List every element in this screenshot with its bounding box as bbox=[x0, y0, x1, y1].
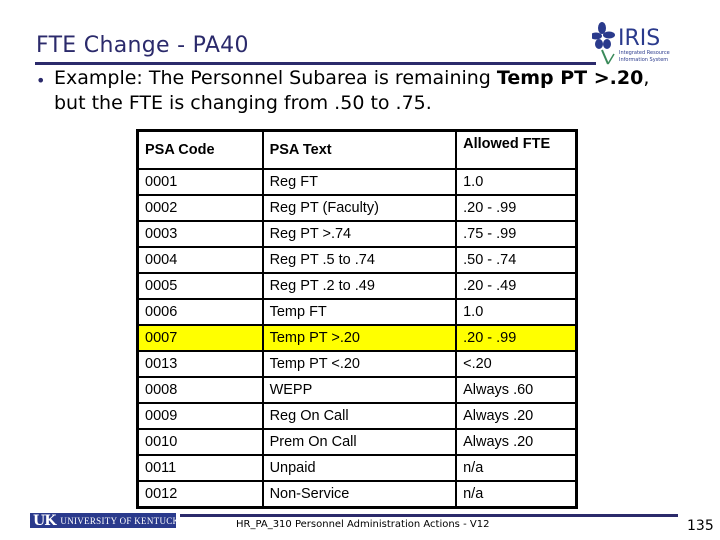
table-body: 0001 Reg FT 1.0 0002 Reg PT (Faculty) .20 - .… bbox=[136, 168, 578, 509]
uk-name: UNIVERSITY OF KENTUCKY bbox=[60, 515, 176, 526]
cell-allowed-fte: Always .60 bbox=[455, 376, 578, 404]
iris-tagline-2: Information System bbox=[619, 57, 668, 63]
cell-psa-code: 0011 bbox=[136, 454, 264, 482]
table-row: 0010 Prem On Call Always .20 bbox=[136, 428, 578, 456]
cell-psa-text: Reg On Call bbox=[261, 402, 458, 430]
cell-allowed-fte: .20 - .99 bbox=[455, 194, 578, 222]
table-row: 0005 Reg PT .2 to .49.20 - .49 bbox=[136, 272, 578, 300]
cell-psa-code: 0012 bbox=[136, 480, 264, 509]
cell-psa-text: Prem On Call bbox=[261, 428, 458, 456]
cell-allowed-fte: <.20 bbox=[455, 350, 578, 378]
cell-psa-code: 0009 bbox=[136, 402, 264, 430]
cell-psa-code: 0013 bbox=[136, 350, 264, 378]
cell-allowed-fte: .20 - .49 bbox=[455, 272, 578, 300]
psa-table: PSA Code PSA Text Allowed FTE 0001 Reg FT… bbox=[136, 129, 578, 509]
cell-psa-text: Temp PT <.20 bbox=[261, 350, 458, 378]
header-psa-text: PSA Text bbox=[261, 129, 458, 170]
cell-allowed-fte: Always .20 bbox=[455, 402, 578, 430]
cell-psa-code: 0002 bbox=[136, 194, 264, 222]
cell-allowed-fte: .50 - .74 bbox=[455, 246, 578, 274]
cell-psa-text: Reg FT bbox=[261, 168, 458, 196]
cell-psa-code: 0010 bbox=[136, 428, 264, 456]
cell-psa-code: 0005 bbox=[136, 272, 264, 300]
header-psa-code: PSA Code bbox=[136, 129, 264, 170]
uk-logo: UK UNIVERSITY OF KENTUCKY bbox=[30, 513, 176, 528]
cell-psa-text: Non-Service bbox=[261, 480, 458, 509]
cell-psa-code: 0001 bbox=[136, 168, 264, 196]
cell-psa-text: Reg PT .5 to .74 bbox=[261, 246, 458, 274]
uk-mark: UK bbox=[33, 513, 56, 528]
table-header-row: PSA Code PSA Text Allowed FTE bbox=[136, 129, 578, 170]
footer-course-title: HR_PA_310 Personnel Administration Actio… bbox=[236, 519, 490, 530]
table-row: 0012 Non-Service n/a bbox=[136, 480, 578, 509]
page-number: 135 bbox=[687, 518, 714, 534]
table-row: 0001 Reg FT 1.0 bbox=[136, 168, 578, 196]
cell-psa-code: 0003 bbox=[136, 220, 264, 248]
cell-allowed-fte: 1.0 bbox=[455, 298, 578, 326]
header-allowed-fte: Allowed FTE bbox=[455, 129, 578, 170]
cell-allowed-fte: 1.0 bbox=[455, 168, 578, 196]
cell-psa-text: Unpaid bbox=[261, 454, 458, 482]
bullet-text: Example: The Personnel Subarea is remain… bbox=[54, 66, 676, 116]
cell-psa-text: Reg PT (Faculty) bbox=[261, 194, 458, 222]
cell-allowed-fte: .20 - .99 bbox=[455, 324, 578, 352]
cell-psa-text: Temp PT >.20 bbox=[261, 324, 458, 352]
cell-allowed-fte: Always .20 bbox=[455, 428, 578, 456]
bullet-icon: • bbox=[36, 71, 46, 90]
cell-psa-code: 0006 bbox=[136, 298, 264, 326]
table-row: 0013 Temp PT <.20 <.20 bbox=[136, 350, 578, 378]
table-row: 0009 Reg On Call Always .20 bbox=[136, 402, 578, 430]
cell-psa-text: WEPP bbox=[261, 376, 458, 404]
cell-psa-text: Reg PT .2 to .49 bbox=[261, 272, 458, 300]
table-row: 0007 Temp PT >.20.20 - .99 bbox=[136, 324, 578, 352]
cell-allowed-fte: n/a bbox=[455, 454, 578, 482]
table-row: 0003 Reg PT >.74.75 - .99 bbox=[136, 220, 578, 248]
cell-psa-text: Temp FT bbox=[261, 298, 458, 326]
table-row: 0006 Temp FT 1.0 bbox=[136, 298, 578, 326]
cell-psa-code: 0007 bbox=[136, 324, 264, 352]
table-row: 0011 Unpaid n/a bbox=[136, 454, 578, 482]
table-row: 0008 WEPP Always .60 bbox=[136, 376, 578, 404]
table-row: 0004 Reg PT .5 to .74.50 - .74 bbox=[136, 246, 578, 274]
iris-logo: IRIS Integrated Resource Information Sys… bbox=[592, 22, 670, 65]
iris-wordmark: IRIS bbox=[618, 26, 660, 51]
title-underline bbox=[35, 62, 596, 65]
example-bullet: • Example: The Personnel Subarea is rema… bbox=[36, 66, 676, 116]
slide-title: FTE Change - PA40 bbox=[36, 33, 249, 58]
cell-psa-text: Reg PT >.74 bbox=[261, 220, 458, 248]
cell-psa-code: 0004 bbox=[136, 246, 264, 274]
cell-allowed-fte: .75 - .99 bbox=[455, 220, 578, 248]
table-row: 0002 Reg PT (Faculty) .20 - .99 bbox=[136, 194, 578, 222]
cell-allowed-fte: n/a bbox=[455, 480, 578, 509]
footer-rule bbox=[180, 514, 678, 517]
iris-tagline-1: Integrated Resource bbox=[619, 50, 670, 56]
bullet-text-bold: Temp PT >.20 bbox=[496, 67, 644, 89]
iris-flower-icon bbox=[592, 22, 615, 65]
bullet-text-before: Example: The Personnel Subarea is remain… bbox=[54, 67, 497, 89]
cell-psa-code: 0008 bbox=[136, 376, 264, 404]
